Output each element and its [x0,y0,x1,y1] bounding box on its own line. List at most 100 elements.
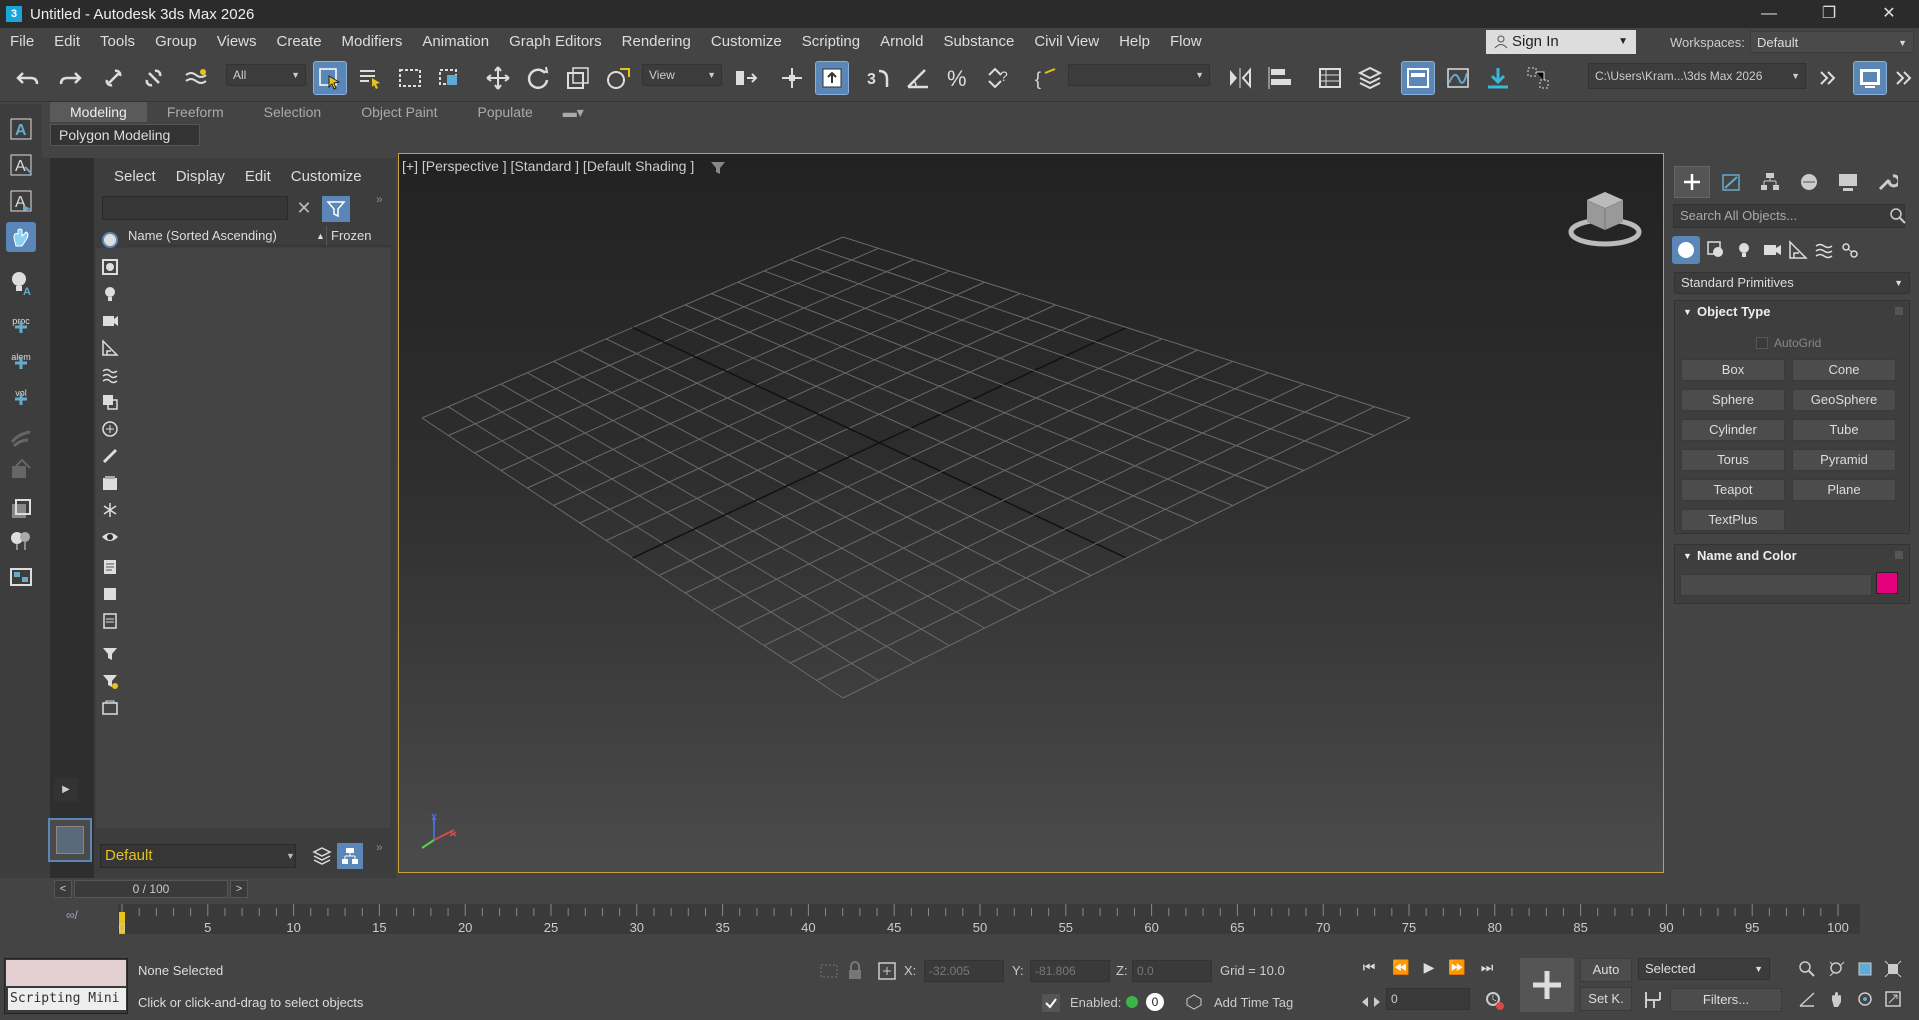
filter-particles-button[interactable] [100,500,120,520]
create-text-button[interactable]: A [6,114,36,144]
chevron-down-icon[interactable]: ▼ [286,846,300,866]
menu-tools[interactable]: Tools [90,28,145,56]
object-name-input[interactable] [1680,574,1872,596]
balloon-button[interactable] [6,526,36,556]
toggle-scene-explorer-button[interactable] [1314,62,1346,94]
pan-hand-icon[interactable] [1826,988,1848,1010]
scale-button[interactable] [562,62,594,94]
redo-button[interactable] [54,62,86,94]
modify-tab[interactable] [1713,166,1749,198]
toggle-layer-explorer-button[interactable] [1354,62,1386,94]
zoom-extents-all-icon[interactable] [1882,958,1904,980]
ribbon-panel-polygon-modeling[interactable]: Polygon Modeling [50,124,200,146]
box-button[interactable]: Box [1681,359,1785,381]
previous-frame-icon[interactable]: ⏪ [1390,956,1412,978]
viewcube-icon[interactable] [1565,180,1645,250]
cameras-category-button[interactable] [1758,236,1786,264]
auto-key-button[interactable]: Auto [1580,958,1632,982]
filter-hidden-button[interactable] [100,527,120,547]
filter-bones-button[interactable] [100,446,120,466]
col-name-header[interactable]: Name (Sorted Ascending) [128,228,277,243]
menu-rendering[interactable]: Rendering [612,28,701,56]
key-selection-set-dropdown[interactable]: Selected ▼ [1638,958,1770,980]
light-button[interactable]: A [6,268,36,298]
menu-group[interactable]: Group [145,28,207,56]
clone-button[interactable] [6,494,36,524]
menu-flow[interactable]: Flow [1160,28,1212,56]
teapot-button[interactable]: Teapot [1681,479,1785,501]
filter-toggle-button[interactable] [100,644,120,664]
isolate-selection-icon[interactable] [818,960,840,982]
y-coord-input[interactable]: -81.806 [1030,960,1110,982]
display-invert-button[interactable] [100,611,120,631]
keyboard-shortcut-override-button[interactable] [815,61,849,95]
lights-category-button[interactable] [1730,236,1758,264]
layer-select-field[interactable]: Default [100,844,296,868]
name-color-rollout-header[interactable]: ▼ Name and Color [1675,545,1909,567]
time-next-button[interactable]: > [230,880,248,898]
field-of-view-icon[interactable] [1796,988,1818,1010]
key-filters-button[interactable]: Filters... [1670,988,1782,1012]
textplus-button[interactable]: TextPlus [1681,509,1785,531]
curve-editor-button[interactable] [1442,62,1474,94]
object-type-rollout-header[interactable]: ▼ Object Type [1675,301,1909,323]
filter-spacewarps-button[interactable] [100,365,120,385]
tab-modeling[interactable]: Modeling [50,102,147,122]
menu-edit[interactable]: Edit [44,28,90,56]
filter-cameras-button[interactable] [100,311,120,331]
window-crossing-button[interactable] [434,62,466,94]
menu-scripting[interactable]: Scripting [792,28,870,56]
orbit-icon[interactable] [1854,988,1876,1010]
display-all-button[interactable] [100,584,120,604]
zoom-icon[interactable] [1796,958,1818,980]
filter-helpers-button[interactable] [100,338,120,358]
spinner-snap-button[interactable]: ? [982,62,1014,94]
se-menu-display[interactable]: Display [166,168,235,185]
cylinder-button[interactable]: Cylinder [1681,419,1785,441]
key-filters-icon[interactable] [1642,988,1664,1012]
place-button[interactable] [602,62,634,94]
object-search-input[interactable]: Search All Objects... [1673,204,1905,228]
menu-arnold[interactable]: Arnold [870,28,933,56]
select-box-button[interactable] [100,698,120,718]
scene-object-list[interactable] [96,248,390,828]
sign-in-button[interactable]: Sign In ▼ [1486,30,1636,54]
maxscript-output-field[interactable] [6,960,126,986]
menu-help[interactable]: Help [1109,28,1160,56]
named-selection-dropdown[interactable]: ▼ [1068,64,1210,86]
viewport-filter-icon[interactable] [710,160,726,176]
proc-button[interactable]: proc [6,306,36,336]
geometry-category-button[interactable] [1672,236,1700,264]
more-render-button[interactable] [1888,62,1919,94]
restore-icon[interactable]: ❐ [1802,0,1856,28]
menu-graph-editors[interactable]: Graph Editors [499,28,612,56]
pyramid-button[interactable]: Pyramid [1792,449,1896,471]
sphere-button[interactable]: Sphere [1681,389,1785,411]
x-coord-input[interactable]: -32.005 [924,960,1004,982]
menu-substance[interactable]: Substance [933,28,1024,56]
chevrons-right-icon[interactable]: » [376,840,383,854]
close-icon[interactable]: ✕ [1862,0,1916,28]
select-manipulate-button[interactable] [776,62,808,94]
ribbon-options-button[interactable]: ▬▾ [553,102,594,122]
mini-curve-editor-button[interactable]: ∞/ [66,908,90,928]
time-prev-button[interactable]: < [54,880,72,898]
hierarchy-tab[interactable] [1752,166,1788,198]
spacewarps-category-button[interactable] [1810,236,1838,264]
clear-search-icon[interactable]: ✕ [294,198,314,218]
expand-panel-icon[interactable]: ▶ [54,778,78,802]
undo-button[interactable] [12,62,44,94]
scene-filter-button[interactable] [322,196,350,222]
text-edit-button[interactable]: A [6,150,36,180]
plane-button[interactable]: Plane [1792,479,1896,501]
time-slider[interactable]: 0 / 100 [74,880,228,898]
cone-button[interactable]: Cone [1792,359,1896,381]
edit-named-selection-button[interactable]: { [1030,62,1062,94]
ref-coord-dropdown[interactable]: View ▼ [642,64,722,86]
filter-lights-button[interactable] [100,284,120,304]
autogrid-checkbox[interactable] [1756,337,1768,349]
paint-button[interactable] [6,454,36,484]
maxscript-input-field[interactable]: Scripting Mini [8,988,126,1010]
tab-freeform[interactable]: Freeform [147,102,244,122]
go-to-start-icon[interactable]: ⏮ [1358,956,1380,978]
